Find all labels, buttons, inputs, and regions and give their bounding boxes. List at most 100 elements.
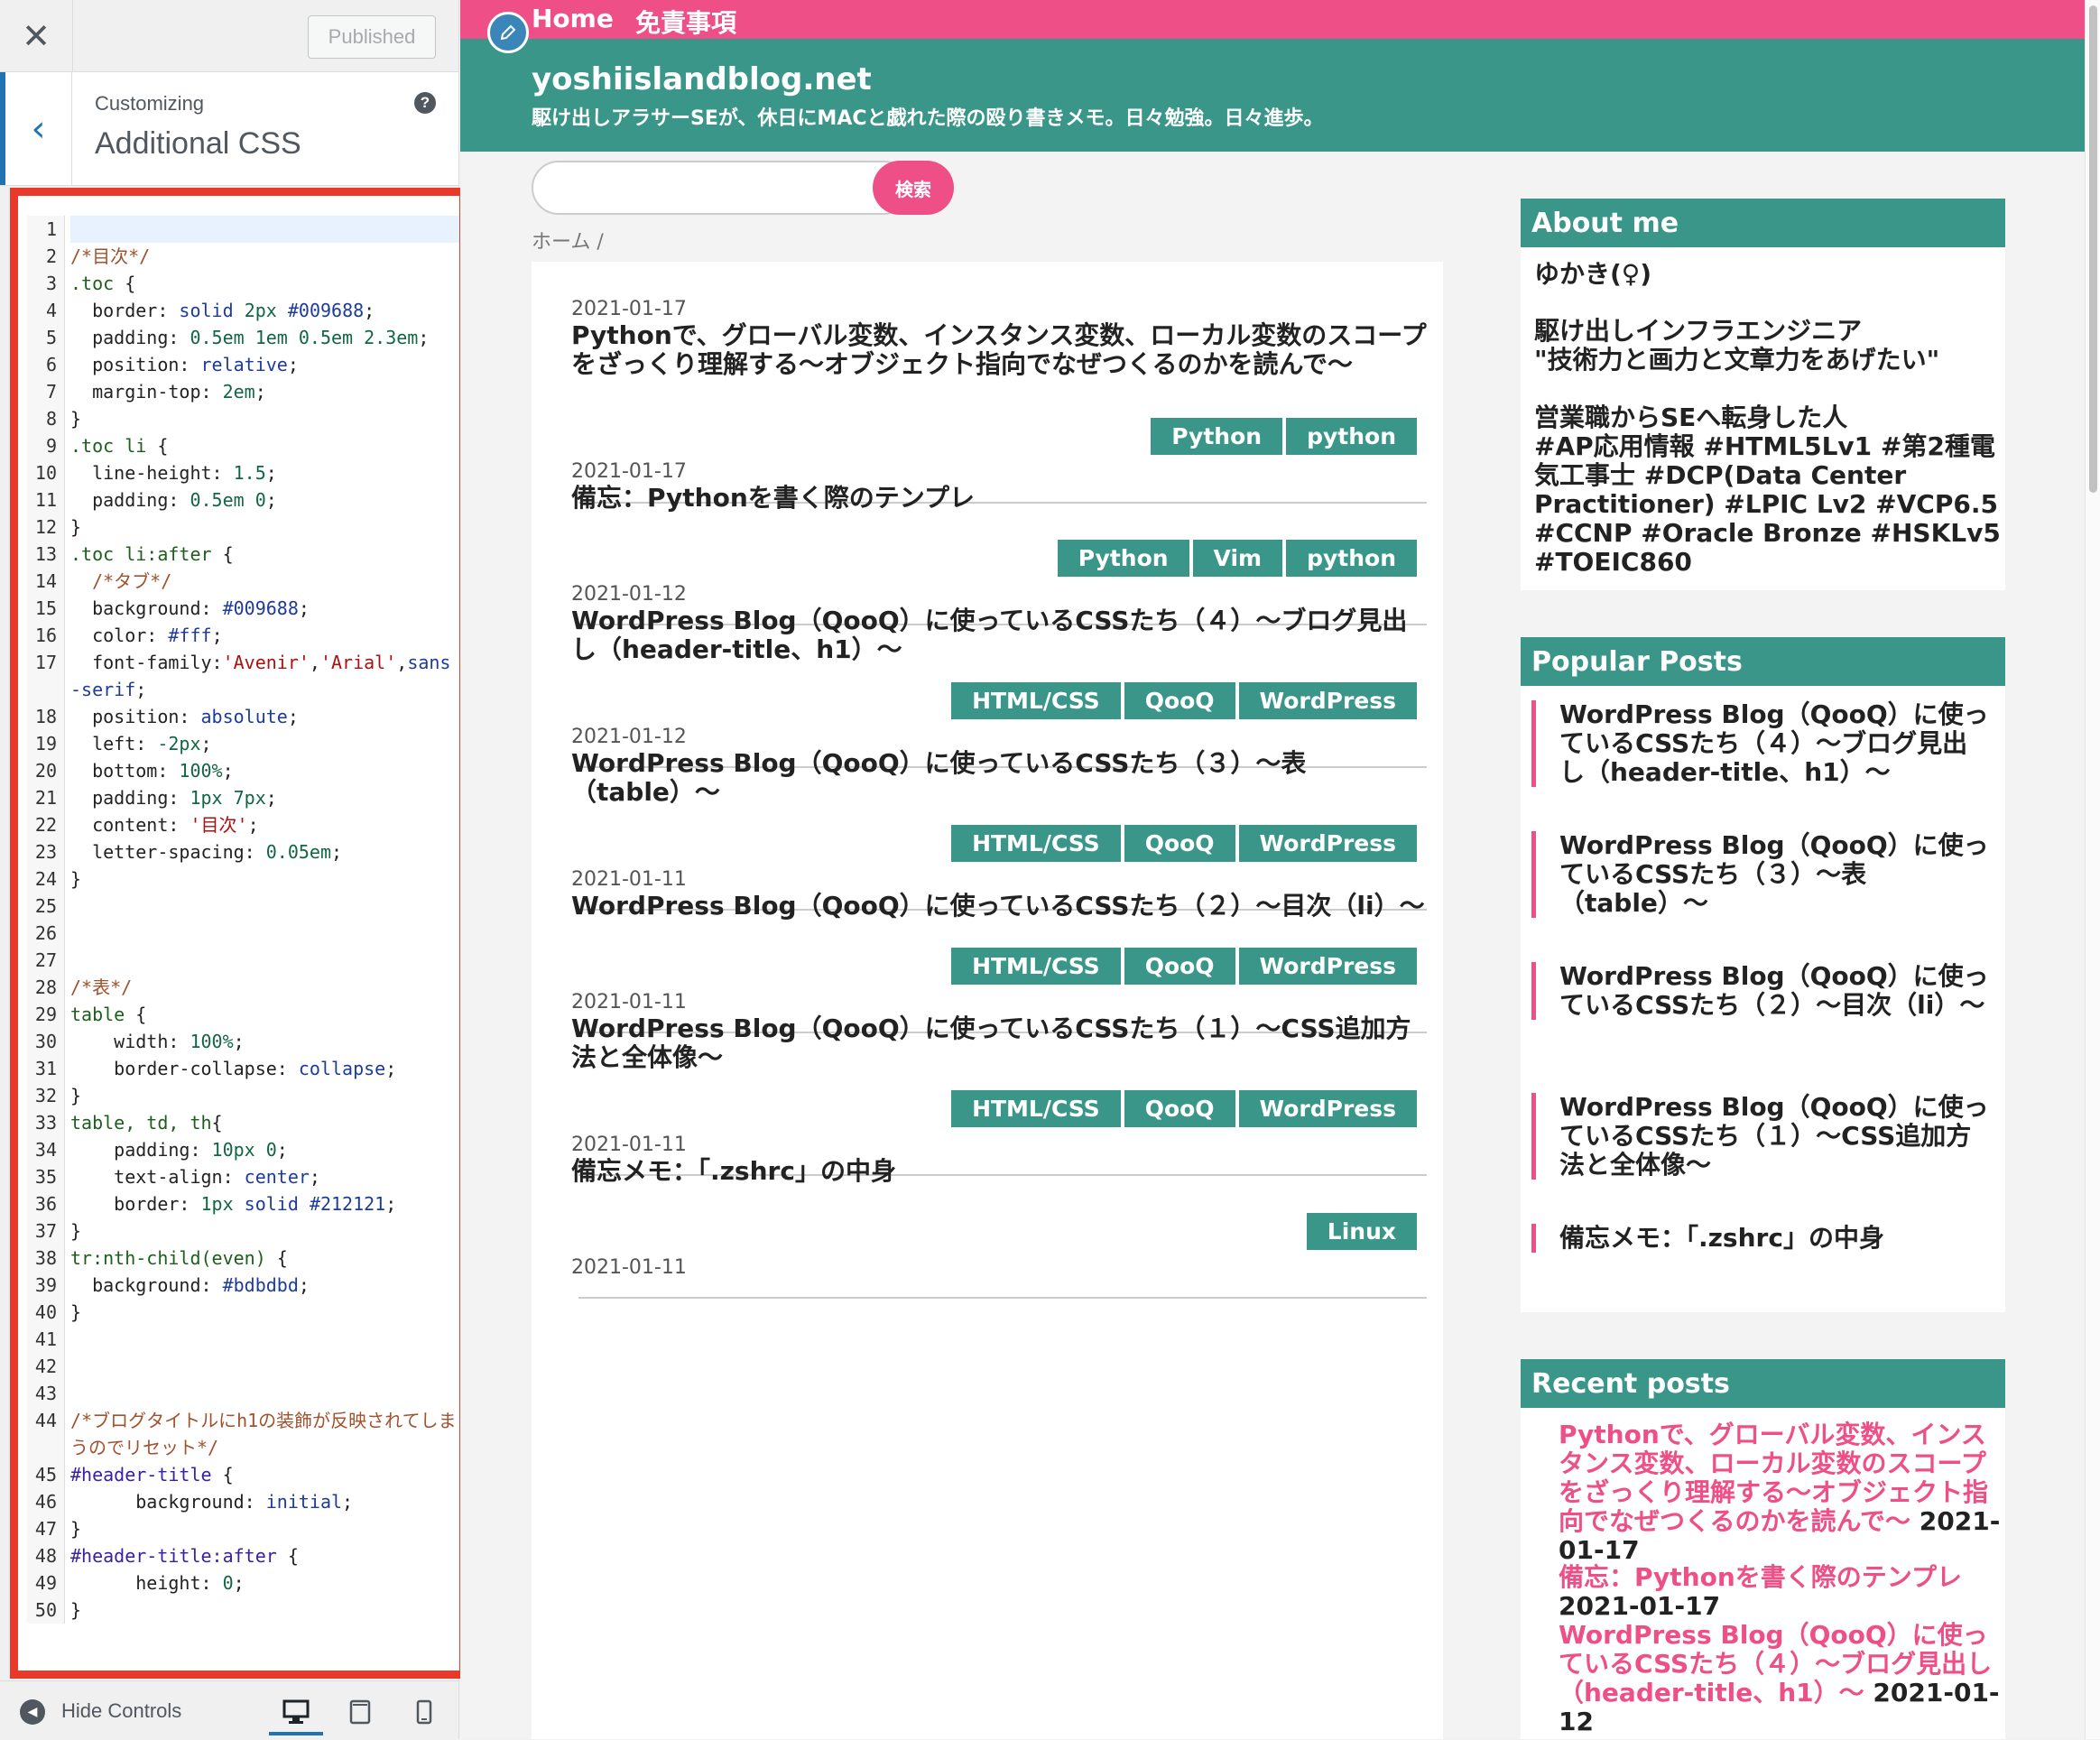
line-source[interactable]: background: #009688; bbox=[70, 595, 459, 622]
post-title-link[interactable]: 備忘メモ：「.zshrc」の中身 bbox=[571, 1157, 1429, 1186]
code-line[interactable]: 31 border-collapse: collapse; bbox=[27, 1055, 459, 1082]
popular-post-link[interactable]: 備忘メモ：「.zshrc」の中身 bbox=[1531, 1224, 1992, 1253]
tag-link[interactable]: QooQ bbox=[1124, 1090, 1235, 1127]
line-source[interactable]: padding: 0.5em 1em 0.5em 2.3em; bbox=[70, 324, 459, 351]
tag-link[interactable]: Vim bbox=[1192, 540, 1283, 577]
code-line[interactable]: 32} bbox=[27, 1082, 459, 1109]
line-source[interactable]: padding: 1px 7px; bbox=[70, 784, 459, 811]
line-source[interactable]: /*タブ*/ bbox=[70, 568, 459, 595]
post-title-link[interactable]: WordPress Blog（QooQ）に使っているCSSたち（１）〜CSS追加… bbox=[571, 1014, 1429, 1072]
line-source[interactable]: table { bbox=[70, 1001, 459, 1028]
tag-link[interactable]: Python bbox=[1151, 418, 1283, 455]
line-source[interactable]: color: #fff; bbox=[70, 622, 459, 649]
nav-disclaimer-link[interactable]: 免責事項 bbox=[635, 4, 736, 40]
code-line[interactable]: 50} bbox=[27, 1597, 459, 1624]
post-title-link[interactable]: WordPress Blog（QooQ）に使っているCSSたち（３）〜表（tab… bbox=[571, 749, 1429, 807]
line-source[interactable]: background: #bdbdbd; bbox=[70, 1272, 459, 1299]
back-button[interactable]: ‹ bbox=[0, 72, 72, 185]
tag-link[interactable]: HTML/CSS bbox=[951, 948, 1121, 985]
line-source[interactable] bbox=[70, 920, 459, 947]
line-source[interactable]: /*ブログタイトルにh1の装飾が反映されてしまうのでリセット*/ bbox=[70, 1407, 459, 1461]
line-source[interactable]: border: 1px solid #212121; bbox=[70, 1190, 459, 1217]
tag-link[interactable]: Python bbox=[1057, 540, 1189, 577]
css-code-editor[interactable]: 1 2/*目次*/3 .toc {4 border: solid 2px #009… bbox=[10, 188, 467, 1679]
code-line[interactable]: 25 bbox=[27, 893, 459, 920]
line-source[interactable]: } bbox=[70, 865, 459, 893]
search-button[interactable]: 検索 bbox=[873, 161, 954, 215]
code-line[interactable]: 24} bbox=[27, 865, 459, 893]
scrollbar-thumb[interactable] bbox=[2089, 5, 2097, 493]
tag-link[interactable]: QooQ bbox=[1124, 825, 1235, 862]
tag-link[interactable]: HTML/CSS bbox=[951, 825, 1121, 862]
popular-post-link[interactable]: WordPress Blog（QooQ）に使っているCSSたち（２）〜目次（li… bbox=[1531, 962, 1992, 1020]
code-line[interactable]: 13 .toc li:after { bbox=[27, 541, 459, 568]
popular-post-link[interactable]: WordPress Blog（QooQ）に使っているCSSたち（４）〜ブログ見出… bbox=[1531, 700, 1992, 787]
close-customizer-button[interactable]: ✕ bbox=[0, 0, 73, 71]
line-source[interactable]: /*目次*/ bbox=[70, 243, 459, 270]
code-line[interactable]: 2/*目次*/ bbox=[27, 243, 459, 270]
published-button[interactable]: Published bbox=[308, 15, 436, 59]
line-source[interactable]: padding: 10px 0; bbox=[70, 1136, 459, 1163]
popular-post-link[interactable]: WordPress Blog（QooQ）に使っているCSSたち（３）〜表（tab… bbox=[1531, 831, 1992, 918]
code-line[interactable]: 29 table { bbox=[27, 1001, 459, 1028]
nav-home-link[interactable]: Home bbox=[532, 4, 614, 33]
tag-link[interactable]: QooQ bbox=[1124, 682, 1235, 719]
line-source[interactable]: } bbox=[70, 1299, 459, 1326]
code-line[interactable]: 15 background: #009688; bbox=[27, 595, 459, 622]
line-source[interactable]: .toc { bbox=[70, 270, 459, 297]
code-line[interactable]: 49 height: 0; bbox=[27, 1569, 459, 1597]
line-source[interactable]: .toc li:after { bbox=[70, 541, 459, 568]
code-line[interactable]: 17 font-family:'Avenir','Arial',sans-ser… bbox=[27, 649, 459, 703]
line-source[interactable]: } bbox=[70, 514, 459, 541]
tag-link[interactable]: WordPress bbox=[1238, 948, 1417, 985]
line-source[interactable]: border: solid 2px #009688; bbox=[70, 297, 459, 324]
code-line[interactable]: 27 bbox=[27, 947, 459, 974]
code-line[interactable]: 35 text-align: center; bbox=[27, 1163, 459, 1190]
code-line[interactable]: 30 width: 100%; bbox=[27, 1028, 459, 1055]
tablet-preview-icon[interactable] bbox=[333, 1692, 387, 1732]
line-source[interactable]: background: initial; bbox=[70, 1488, 459, 1515]
line-source[interactable]: table, td, th{ bbox=[70, 1109, 459, 1136]
line-source[interactable] bbox=[70, 216, 459, 243]
code-line[interactable]: 9 .toc li { bbox=[27, 432, 459, 459]
tag-link[interactable]: HTML/CSS bbox=[951, 682, 1121, 719]
line-source[interactable]: margin-top: 2em; bbox=[70, 378, 459, 405]
search-input[interactable] bbox=[532, 161, 911, 215]
line-source[interactable]: letter-spacing: 0.05em; bbox=[70, 838, 459, 865]
code-line[interactable]: 1 bbox=[27, 216, 459, 243]
line-source[interactable]: left: -2px; bbox=[70, 730, 459, 757]
code-line[interactable]: 45 #header-title { bbox=[27, 1461, 459, 1488]
line-source[interactable]: line-height: 1.5; bbox=[70, 459, 459, 486]
line-source[interactable]: .toc li { bbox=[70, 432, 459, 459]
post-title-link[interactable]: WordPress Blog（QooQ）に使っているCSSたち（２）〜目次（li… bbox=[571, 892, 1429, 921]
tag-link[interactable]: python bbox=[1286, 540, 1417, 577]
tag-link[interactable]: Linux bbox=[1306, 1213, 1417, 1250]
line-source[interactable]: } bbox=[70, 1515, 459, 1542]
line-source[interactable] bbox=[70, 1326, 459, 1353]
code-line[interactable]: 19 left: -2px; bbox=[27, 730, 459, 757]
code-line[interactable]: 16 color: #fff; bbox=[27, 622, 459, 649]
code-line[interactable]: 4 border: solid 2px #009688; bbox=[27, 297, 459, 324]
code-line[interactable]: 12} bbox=[27, 514, 459, 541]
line-source[interactable]: #header-title { bbox=[70, 1461, 459, 1488]
breadcrumb[interactable]: ホーム / bbox=[532, 226, 604, 255]
help-icon[interactable]: ? bbox=[414, 92, 436, 114]
tag-link[interactable]: WordPress bbox=[1238, 1090, 1417, 1127]
line-source[interactable]: padding: 0.5em 0; bbox=[70, 486, 459, 514]
line-source[interactable]: #header-title:after { bbox=[70, 1542, 459, 1569]
line-source[interactable]: height: 0; bbox=[70, 1569, 459, 1597]
line-source[interactable]: width: 100%; bbox=[70, 1028, 459, 1055]
tag-link[interactable]: HTML/CSS bbox=[951, 1090, 1121, 1127]
code-lines[interactable]: 1 2/*目次*/3 .toc {4 border: solid 2px #009… bbox=[27, 216, 459, 1624]
line-source[interactable] bbox=[70, 947, 459, 974]
code-line[interactable]: 37} bbox=[27, 1217, 459, 1245]
line-source[interactable]: /*表*/ bbox=[70, 974, 459, 1001]
tag-link[interactable]: python bbox=[1286, 418, 1417, 455]
preview-scrollbar[interactable] bbox=[2085, 0, 2100, 1739]
code-line[interactable]: 42 bbox=[27, 1353, 459, 1380]
code-line[interactable]: 43 bbox=[27, 1380, 459, 1407]
line-source[interactable]: position: relative; bbox=[70, 351, 459, 378]
code-line[interactable]: 36 border: 1px solid #212121; bbox=[27, 1190, 459, 1217]
line-source[interactable]: } bbox=[70, 405, 459, 432]
code-line[interactable]: 40} bbox=[27, 1299, 459, 1326]
